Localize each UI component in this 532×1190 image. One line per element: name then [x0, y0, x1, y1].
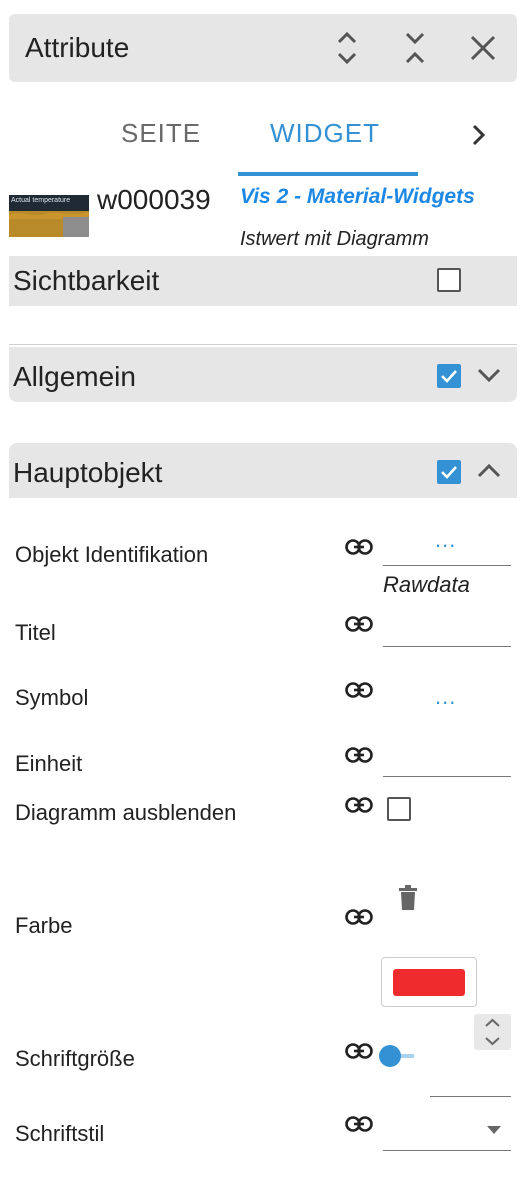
close-icon — [470, 35, 496, 61]
label-diagramm-ausblenden: Diagramm ausblenden — [15, 800, 237, 825]
active-tab-indicator — [238, 172, 418, 176]
tab-seite[interactable]: SEITE — [121, 118, 201, 149]
trash-icon[interactable] — [398, 885, 418, 911]
dropdown-arrow-icon[interactable] — [487, 1126, 501, 1134]
label-schriftstil: Schriftstil — [15, 1121, 105, 1146]
label-objekt-identifikation: Objekt Identifikation — [15, 542, 209, 567]
widget-set-name: Vis 2 - Material-Widgets — [240, 185, 475, 208]
section-divider — [9, 344, 517, 345]
collapse-all-button[interactable] — [395, 28, 435, 68]
object-select-button[interactable]: ... — [435, 527, 456, 553]
spinner-arrows-icon — [485, 1018, 500, 1046]
color-swatch — [393, 969, 465, 996]
link-icon[interactable] — [345, 1042, 373, 1060]
section-title-allgemein: Allgemein — [13, 361, 136, 392]
expand-all-icon — [337, 31, 357, 65]
diagramm-ausblenden-checkbox[interactable] — [387, 797, 411, 821]
label-farbe: Farbe — [15, 913, 73, 938]
font-size-slider-thumb[interactable] — [379, 1045, 401, 1067]
attribute-panel-header: Attribute — [9, 14, 517, 82]
color-picker-button[interactable] — [381, 957, 477, 1007]
font-size-input[interactable] — [430, 1096, 511, 1097]
objekt-identifikation-field[interactable] — [383, 565, 511, 566]
label-symbol: Symbol — [15, 685, 89, 710]
tab-bar: SEITE WIDGET — [0, 100, 532, 178]
section-hauptobjekt[interactable]: Hauptobjekt — [9, 443, 517, 498]
link-icon[interactable] — [345, 681, 373, 699]
collapse-all-icon — [405, 32, 425, 64]
hauptobjekt-checkbox[interactable] — [437, 460, 461, 484]
objekt-identifikation-value: Rawdata — [383, 572, 470, 597]
symbol-select-button[interactable]: ... — [435, 684, 456, 710]
widget-id: w000039 — [97, 184, 211, 215]
allgemein-checkbox[interactable] — [437, 364, 461, 388]
link-icon[interactable] — [345, 538, 373, 556]
link-icon[interactable] — [345, 615, 373, 633]
panel-title: Attribute — [25, 32, 130, 63]
link-icon[interactable] — [345, 1115, 373, 1133]
label-schriftgroesse: Schriftgröße — [15, 1046, 135, 1071]
section-title-hauptobjekt: Hauptobjekt — [13, 457, 163, 488]
tab-widget[interactable]: WIDGET — [270, 118, 380, 149]
widget-type-name: Istwert mit Diagramm — [240, 228, 429, 250]
thumbnail-text: Actual temperature — [11, 197, 71, 204]
link-icon[interactable] — [345, 746, 373, 764]
schriftstil-select[interactable] — [383, 1150, 511, 1151]
titel-input[interactable] — [383, 646, 511, 647]
link-icon[interactable] — [345, 796, 373, 814]
chevron-right-icon[interactable] — [466, 122, 492, 148]
close-button[interactable] — [463, 28, 503, 68]
font-size-spinner[interactable] — [474, 1014, 511, 1050]
section-title-sichtbarkeit: Sichtbarkeit — [13, 265, 160, 296]
chevron-down-icon[interactable] — [475, 361, 503, 389]
link-icon[interactable] — [345, 908, 373, 926]
label-titel: Titel — [15, 620, 56, 645]
widget-thumbnail: Actual temperature — [9, 195, 89, 237]
expand-all-button[interactable] — [327, 28, 367, 68]
section-allgemein[interactable]: Allgemein — [9, 347, 517, 402]
section-sichtbarkeit[interactable]: Sichtbarkeit — [9, 256, 517, 306]
sichtbarkeit-checkbox[interactable] — [437, 268, 461, 292]
label-einheit: Einheit — [15, 751, 83, 776]
einheit-input[interactable] — [383, 776, 511, 777]
chevron-up-icon[interactable] — [475, 457, 503, 485]
